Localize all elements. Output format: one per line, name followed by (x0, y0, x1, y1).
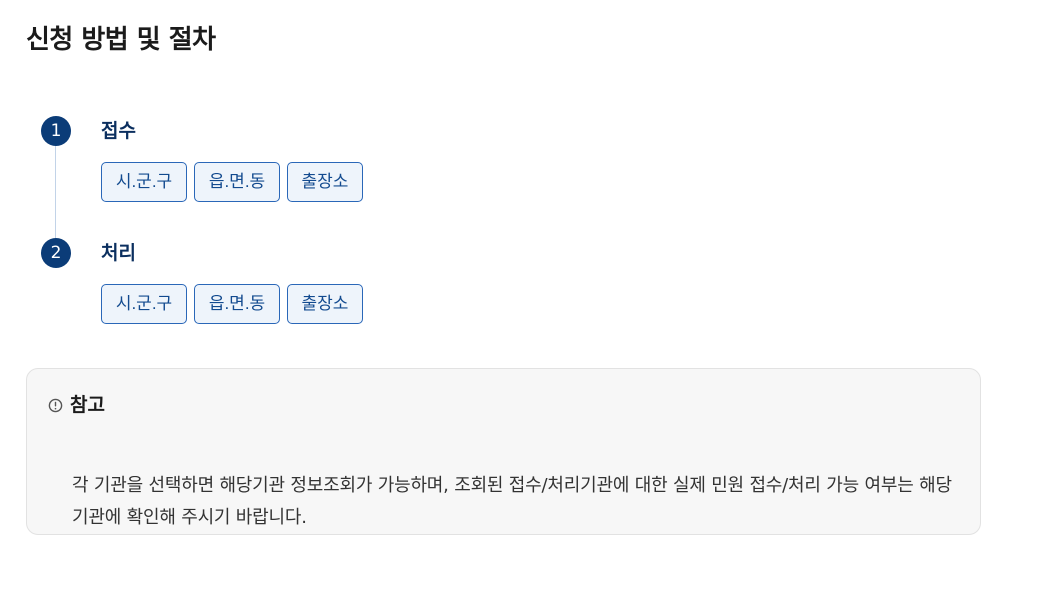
step-receipt: 1 접수 시.군.구 읍.면.동 출장소 (26, 116, 981, 238)
processing-office-eup-myeon-dong-button[interactable]: 읍.면.동 (194, 284, 280, 324)
step-title: 접수 (101, 120, 136, 142)
step-title: 처리 (101, 242, 136, 264)
reference-note-header: 참고 (48, 391, 105, 419)
processing-office-list: 시.군.구 읍.면.동 출장소 (101, 284, 363, 324)
procedure-section: 신청 방법 및 절차 1 접수 시.군.구 읍.면.동 출장소 2 처리 시.군… (26, 20, 981, 535)
step-number-badge: 1 (41, 116, 71, 146)
step-number-badge: 2 (41, 238, 71, 268)
reference-note-title: 참고 (70, 394, 105, 416)
processing-office-branch-button[interactable]: 출장소 (287, 284, 363, 324)
receipt-office-list: 시.군.구 읍.면.동 출장소 (101, 162, 363, 202)
receipt-office-branch-button[interactable]: 출장소 (287, 162, 363, 202)
reference-note: 참고 각 기관을 선택하면 해당기관 정보조회가 가능하며, 조회된 접수/처리… (26, 368, 981, 535)
procedure-steps: 1 접수 시.군.구 읍.면.동 출장소 2 처리 시.군.구 읍.면.동 출장… (26, 116, 981, 360)
receipt-office-si-gun-gu-button[interactable]: 시.군.구 (101, 162, 187, 202)
receipt-office-eup-myeon-dong-button[interactable]: 읍.면.동 (194, 162, 280, 202)
step-processing: 2 처리 시.군.구 읍.면.동 출장소 (26, 238, 981, 360)
alert-circle-icon (48, 398, 63, 412)
processing-office-si-gun-gu-button[interactable]: 시.군.구 (101, 284, 187, 324)
reference-note-text: 각 기관을 선택하면 해당기관 정보조회가 가능하며, 조회된 접수/처리기관에… (72, 475, 952, 528)
page-title: 신청 방법 및 절차 (26, 25, 216, 55)
